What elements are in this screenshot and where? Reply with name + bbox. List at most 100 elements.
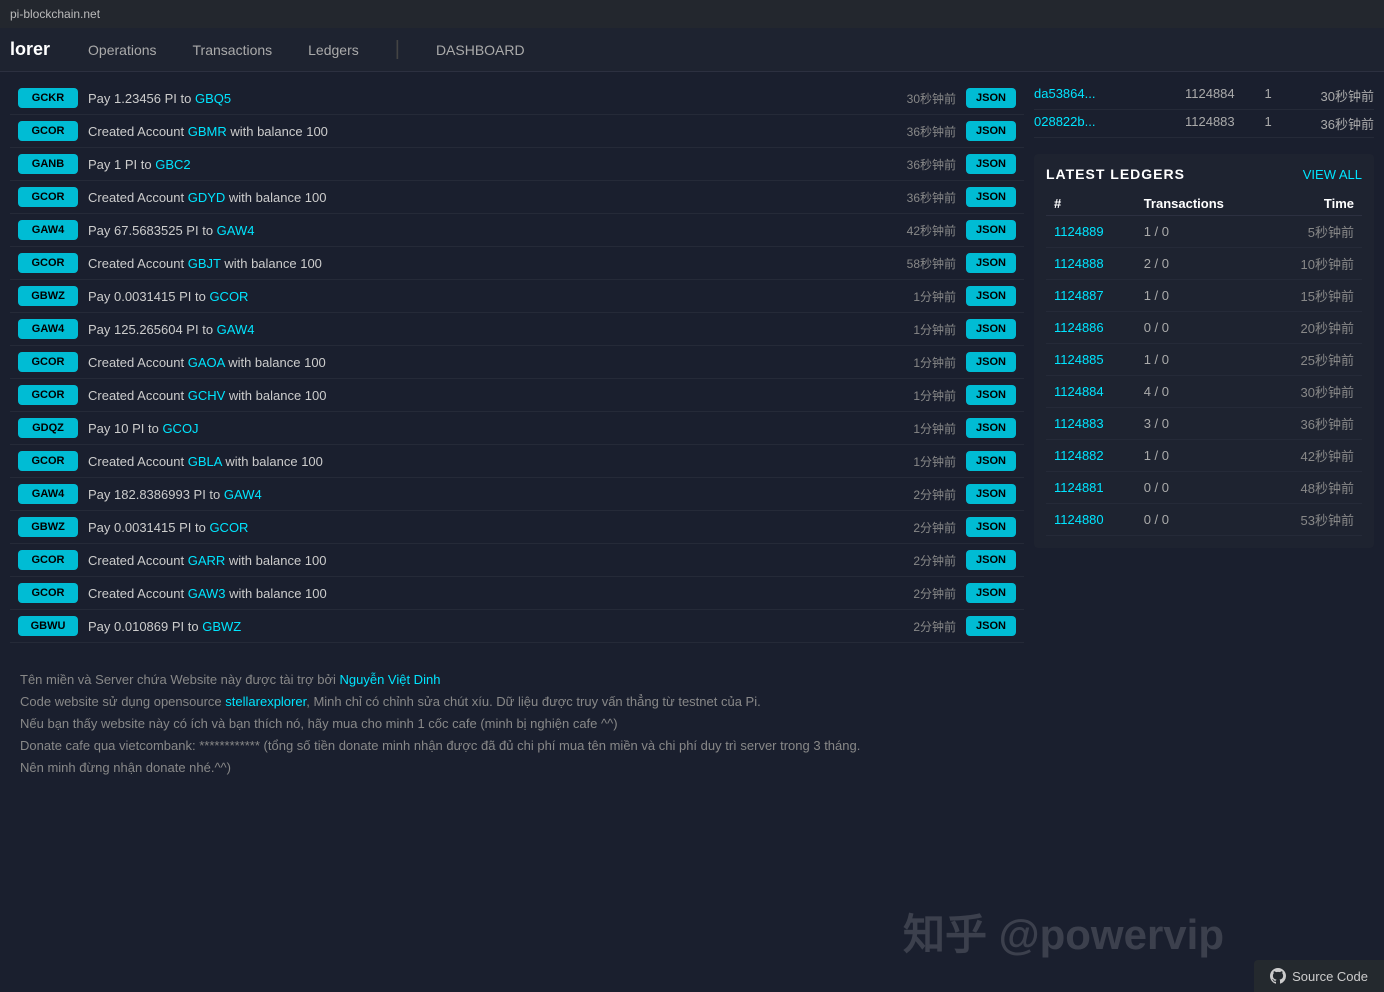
op-link[interactable]: GCOR — [209, 289, 248, 304]
op-badge[interactable]: GAW4 — [18, 220, 78, 240]
json-button[interactable]: JSON — [966, 550, 1016, 570]
op-badge[interactable]: GAW4 — [18, 319, 78, 339]
nav-dashboard[interactable]: DASHBOARD — [428, 38, 533, 62]
tx-hash[interactable]: da53864... — [1034, 86, 1177, 105]
ledger-txs: 4 / 0 — [1136, 376, 1267, 408]
ledger-id[interactable]: 1124885 — [1046, 344, 1136, 376]
nav-ledgers[interactable]: Ledgers — [300, 38, 367, 62]
op-link[interactable]: GCHV — [188, 388, 226, 403]
op-link[interactable]: GCOR — [209, 520, 248, 535]
op-description: Created Account GARR with balance 100 — [88, 553, 876, 568]
op-badge[interactable]: GCOR — [18, 253, 78, 273]
ledger-id[interactable]: 1124886 — [1046, 312, 1136, 344]
op-badge[interactable]: GDQZ — [18, 418, 78, 438]
json-button[interactable]: JSON — [966, 385, 1016, 405]
op-link[interactable]: GBJT — [188, 256, 221, 271]
json-button[interactable]: JSON — [966, 88, 1016, 108]
op-time: 2分钟前 — [886, 519, 956, 536]
footer-line1: Tên miền và Server chứa Website này được… — [20, 669, 880, 691]
tx-row: da53864... 1124884 1 30秒钟前 — [1034, 82, 1374, 110]
ledger-txs: 1 / 0 — [1136, 344, 1267, 376]
ledger-txs: 2 / 0 — [1136, 248, 1267, 280]
ledger-id[interactable]: 1124883 — [1046, 408, 1136, 440]
ledger-id[interactable]: 1124880 — [1046, 504, 1136, 536]
op-badge[interactable]: GCOR — [18, 583, 78, 603]
opensource-link[interactable]: stellarexplorer — [225, 694, 306, 709]
op-link[interactable]: GARR — [188, 553, 226, 568]
json-button[interactable]: JSON — [966, 154, 1016, 174]
nav-operations[interactable]: Operations — [80, 38, 164, 62]
json-button[interactable]: JSON — [966, 517, 1016, 537]
op-badge[interactable]: GBWZ — [18, 286, 78, 306]
latest-transactions-rows: da53864... 1124884 1 30秒钟前 028822b... 11… — [1034, 82, 1374, 138]
json-button[interactable]: JSON — [966, 451, 1016, 471]
op-badge[interactable]: GCOR — [18, 550, 78, 570]
op-link[interactable]: GBC2 — [155, 157, 190, 172]
operation-row: GAW4Pay 125.265604 PI to GAW41分钟前JSON — [10, 313, 1024, 346]
op-time: 2分钟前 — [886, 552, 956, 569]
operations-list: GCKRPay 1.23456 PI to GBQ530秒钟前JSONGCORC… — [10, 82, 1024, 643]
op-link[interactable]: GBMR — [188, 124, 227, 139]
tx-hash[interactable]: 028822b... — [1034, 114, 1177, 133]
json-button[interactable]: JSON — [966, 616, 1016, 636]
footer-line4: Donate cafe qua vietcombank: ***********… — [20, 735, 880, 779]
json-button[interactable]: JSON — [966, 418, 1016, 438]
op-time: 1分钟前 — [886, 288, 956, 305]
op-badge[interactable]: GCOR — [18, 352, 78, 372]
op-link[interactable]: GDYD — [188, 190, 226, 205]
op-link[interactable]: GAW4 — [217, 223, 255, 238]
operation-row: GBWU Pay 0.010869 PI to GBWZ 2分钟前 JSON — [10, 610, 1024, 643]
json-button[interactable]: JSON — [966, 484, 1016, 504]
op-time: 1分钟前 — [886, 354, 956, 371]
json-button[interactable]: JSON — [966, 253, 1016, 273]
operation-row: GCORCreated Account GBMR with balance 10… — [10, 115, 1024, 148]
ledger-id[interactable]: 1124882 — [1046, 440, 1136, 472]
json-button[interactable]: JSON — [966, 187, 1016, 207]
op-description: Pay 0.010869 PI to GBWZ — [88, 619, 876, 634]
sponsor-link[interactable]: Nguyễn Việt Dinh — [339, 672, 440, 687]
json-button[interactable]: JSON — [966, 319, 1016, 339]
op-badge[interactable]: GCOR — [18, 385, 78, 405]
op-link[interactable]: GBWZ — [202, 619, 241, 634]
op-badge[interactable]: GCOR — [18, 451, 78, 471]
op-link[interactable]: GAW3 — [188, 586, 226, 601]
ledger-id[interactable]: 1124881 — [1046, 472, 1136, 504]
view-all-link[interactable]: VIEW ALL — [1303, 167, 1362, 182]
op-badge[interactable]: GCOR — [18, 121, 78, 141]
op-link[interactable]: GAW4 — [217, 322, 255, 337]
op-link[interactable]: GAW4 — [224, 487, 262, 502]
op-link[interactable]: GCOJ — [162, 421, 198, 436]
json-button[interactable]: JSON — [966, 583, 1016, 603]
source-code-button[interactable]: Source Code — [1254, 960, 1384, 992]
op-description: Pay 125.265604 PI to GAW4 — [88, 322, 876, 337]
ledger-id[interactable]: 1124889 — [1046, 216, 1136, 248]
op-link[interactable]: GBQ5 — [195, 91, 231, 106]
main-layout: GCKRPay 1.23456 PI to GBQ530秒钟前JSONGCORC… — [0, 72, 1384, 653]
op-badge[interactable]: GCKR — [18, 88, 78, 108]
op-time: 2分钟前 — [886, 618, 956, 635]
json-button[interactable]: JSON — [966, 286, 1016, 306]
op-description: Pay 67.5683525 PI to GAW4 — [88, 223, 876, 238]
nav-bar: lorer Operations Transactions Ledgers | … — [0, 28, 1384, 72]
json-button[interactable]: JSON — [966, 121, 1016, 141]
op-badge[interactable]: GBWZ — [18, 517, 78, 537]
latest-ledgers-section: LATEST LEDGERS VIEW ALL # Transactions T… — [1034, 154, 1374, 548]
ledger-id[interactable]: 1124884 — [1046, 376, 1136, 408]
json-button[interactable]: JSON — [966, 352, 1016, 372]
ledger-id[interactable]: 1124888 — [1046, 248, 1136, 280]
op-badge[interactable]: GCOR — [18, 187, 78, 207]
ledger-id[interactable]: 1124887 — [1046, 280, 1136, 312]
json-button[interactable]: JSON — [966, 220, 1016, 240]
tx-time: 36秒钟前 — [1303, 114, 1375, 133]
operation-row: GCORCreated Account GBLA with balance 10… — [10, 445, 1024, 478]
ledger-row: 1124881 0 / 0 48秒钟前 — [1046, 472, 1362, 504]
nav-transactions[interactable]: Transactions — [185, 38, 281, 62]
op-link[interactable]: GAOA — [188, 355, 225, 370]
op-link[interactable]: GBLA — [188, 454, 222, 469]
op-badge[interactable]: GBWU — [18, 616, 78, 636]
op-badge[interactable]: GANB — [18, 154, 78, 174]
op-time: 36秒钟前 — [886, 156, 956, 173]
op-badge[interactable]: GAW4 — [18, 484, 78, 504]
ledger-row: 1124882 1 / 0 42秒钟前 — [1046, 440, 1362, 472]
op-description: Created Account GBJT with balance 100 — [88, 256, 876, 271]
